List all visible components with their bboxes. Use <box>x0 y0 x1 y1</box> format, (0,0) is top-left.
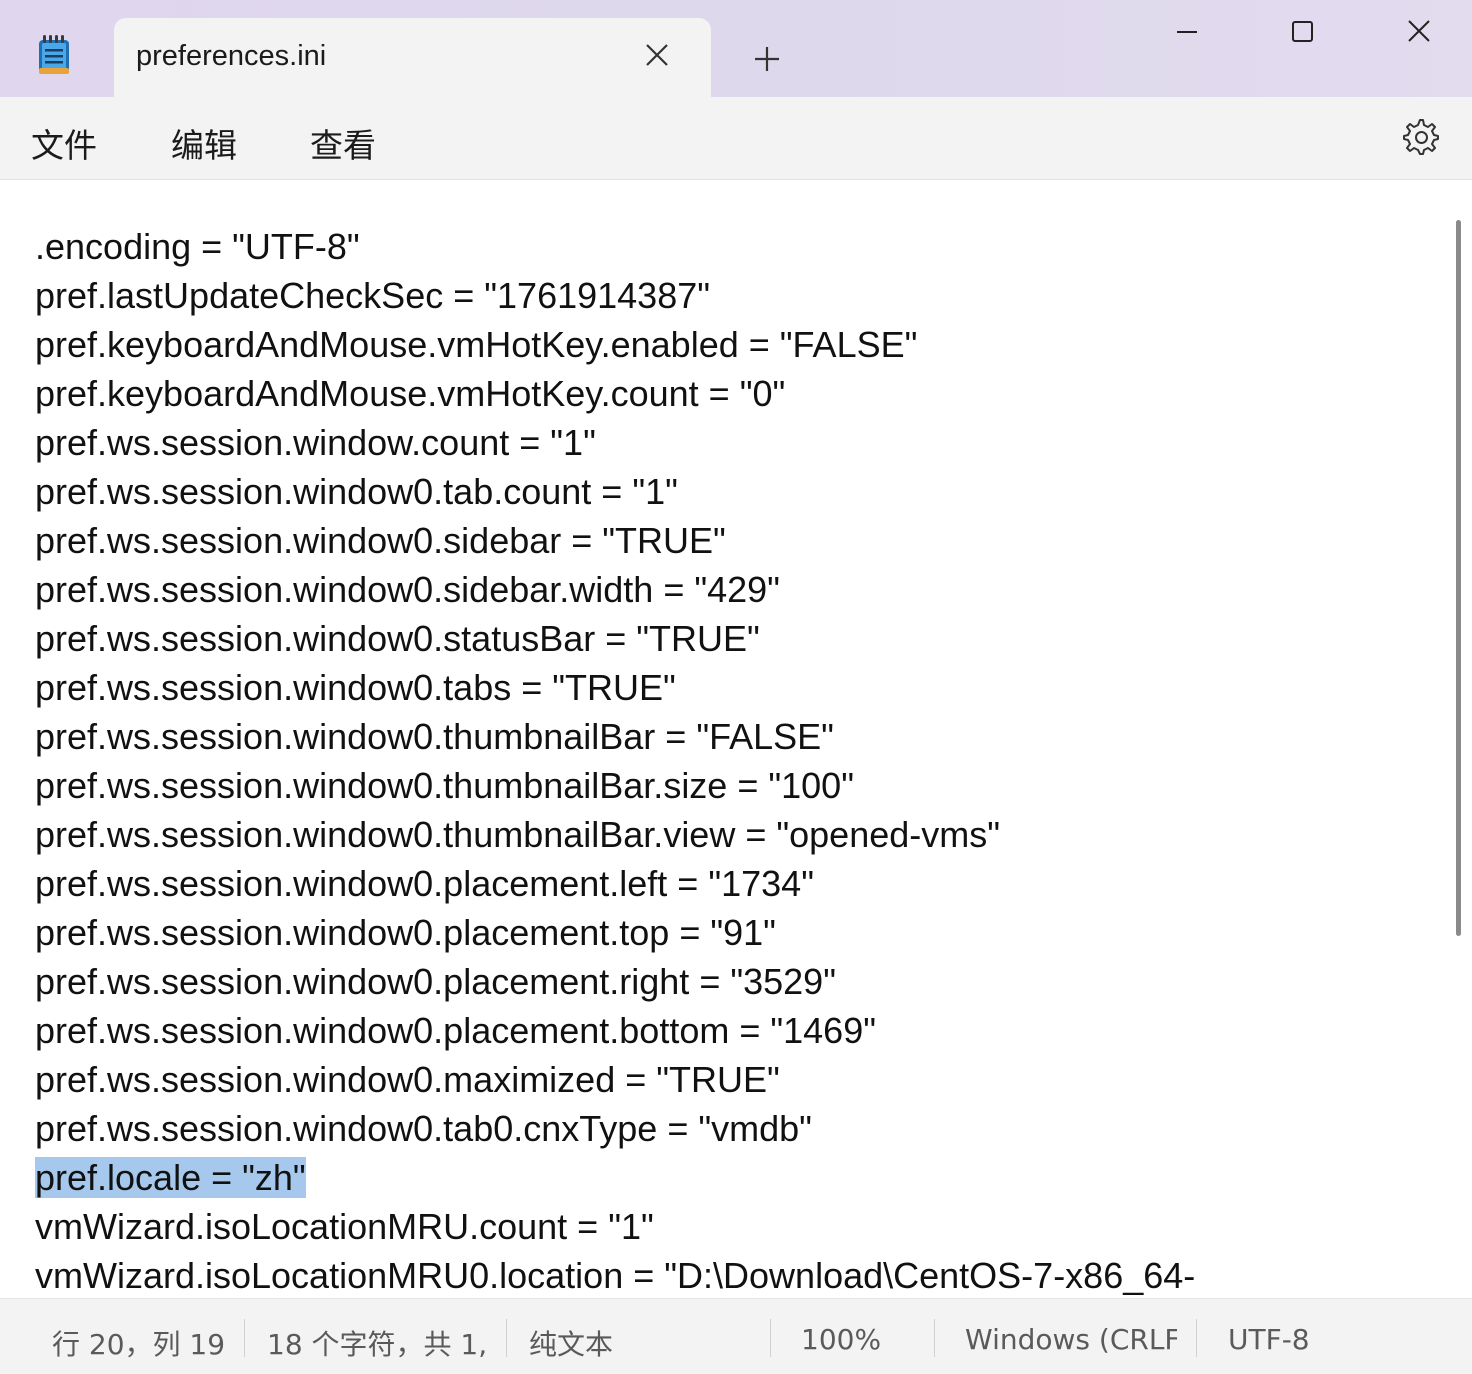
status-line-ending[interactable]: Windows (CRLF) <box>965 1323 1177 1356</box>
text-editor[interactable]: .encoding = "UTF-8" pref.lastUpdateCheckS… <box>0 180 1472 1298</box>
notepad-window: preferences.ini 文件 编辑 查看 .encoding = "UT… <box>0 0 1472 1374</box>
text-line[interactable]: pref.keyboardAndMouse.vmHotKey.enabled =… <box>35 320 917 369</box>
text-line-content: pref.ws.session.window0.placement.top = … <box>35 912 776 953</box>
status-char-count[interactable]: 18 个字符，共 1, <box>267 1323 487 1363</box>
text-line-content: pref.ws.session.window0.thumbnailBar.vie… <box>35 814 1001 855</box>
notepad-icon <box>39 35 69 74</box>
close-icon[interactable] <box>1399 14 1439 50</box>
text-line-content: pref.keyboardAndMouse.vmHotKey.enabled =… <box>35 324 918 365</box>
text-line[interactable]: pref.ws.session.window0.tabs = "TRUE" <box>35 663 676 712</box>
text-line[interactable]: pref.keyboardAndMouse.vmHotKey.count = "… <box>35 369 785 418</box>
text-line-content: pref.ws.session.window0.placement.right … <box>35 961 836 1002</box>
text-line-content: pref.keyboardAndMouse.vmHotKey.count = "… <box>35 373 786 414</box>
text-line-content: pref.ws.session.window0.tab0.cnxType = "… <box>35 1108 812 1149</box>
text-line-content: pref.ws.session.window0.tabs = "TRUE" <box>35 667 676 708</box>
text-line[interactable]: vmWizard.isoLocationMRU0.location = "D:\… <box>35 1251 1195 1298</box>
tab-title: preferences.ini <box>136 40 327 72</box>
text-line[interactable]: .encoding = "UTF-8" <box>35 222 360 271</box>
status-bar: 行 20，列 19 18 个字符，共 1, 纯文本 100% Windows (… <box>0 1298 1472 1374</box>
text-line[interactable]: pref.ws.session.window0.statusBar = "TRU… <box>35 614 760 663</box>
text-line[interactable]: pref.ws.session.window0.placement.top = … <box>35 908 776 957</box>
text-line[interactable]: pref.ws.session.window0.sidebar = "TRUE" <box>35 516 726 565</box>
text-line[interactable]: pref.ws.session.window0.sidebar.width = … <box>35 565 780 614</box>
text-line-content: vmWizard.isoLocationMRU0.location = "D:\… <box>35 1255 1196 1296</box>
text-line-content: pref.ws.session.window0.placement.left =… <box>35 863 814 904</box>
text-line-content: pref.ws.session.window0.thumbnailBar = "… <box>35 716 834 757</box>
maximize-icon[interactable] <box>1282 14 1322 50</box>
text-line[interactable]: pref.ws.session.window0.placement.left =… <box>35 859 814 908</box>
status-divider <box>244 1319 245 1357</box>
text-line-content: pref.ws.session.window0.statusBar = "TRU… <box>35 618 760 659</box>
gear-icon[interactable] <box>1402 118 1440 156</box>
text-line-content: pref.lastUpdateCheckSec = "1761914387" <box>35 275 711 316</box>
menu-view[interactable]: 查看 <box>310 119 376 167</box>
new-tab-plus-icon[interactable] <box>750 42 784 76</box>
text-line[interactable]: pref.ws.session.window0.thumbnailBar.vie… <box>35 810 1000 859</box>
text-line[interactable]: pref.ws.session.window0.placement.bottom… <box>35 1006 876 1055</box>
status-divider <box>506 1319 507 1357</box>
text-line-content: pref.ws.session.window0.maximized = "TRU… <box>35 1059 780 1100</box>
title-bar[interactable]: preferences.ini <box>0 0 1472 97</box>
menu-edit[interactable]: 编辑 <box>171 119 237 167</box>
text-line-content: pref.ws.session.window0.sidebar = "TRUE" <box>35 520 726 561</box>
status-zoom[interactable]: 100% <box>801 1323 881 1356</box>
text-line-content: pref.locale = "zh" <box>35 1157 306 1198</box>
text-line[interactable]: pref.ws.session.window0.thumbnailBar.siz… <box>35 761 854 810</box>
status-divider <box>1196 1319 1197 1357</box>
status-format[interactable]: 纯文本 <box>529 1323 613 1363</box>
text-line[interactable]: pref.ws.session.window0.thumbnailBar = "… <box>35 712 834 761</box>
text-line[interactable]: pref.ws.session.window0.tab0.cnxType = "… <box>35 1104 812 1153</box>
tab-preferences[interactable]: preferences.ini <box>114 18 711 97</box>
text-line-content: pref.ws.session.window0.sidebar.width = … <box>35 569 780 610</box>
status-divider <box>934 1319 935 1357</box>
vertical-scrollbar[interactable] <box>1456 220 1461 936</box>
text-line[interactable]: pref.ws.session.window0.tab.count = "1" <box>35 467 678 516</box>
text-line[interactable]: pref.ws.session.window0.placement.right … <box>35 957 836 1006</box>
tab-close-icon[interactable] <box>642 40 672 70</box>
text-line-content: pref.ws.session.window0.tab.count = "1" <box>35 471 678 512</box>
text-line-content: pref.ws.session.window0.placement.bottom… <box>35 1010 877 1051</box>
status-divider <box>770 1319 771 1357</box>
text-line-content: pref.ws.session.window0.thumbnailBar.siz… <box>35 765 854 806</box>
text-line[interactable]: pref.ws.session.window.count = "1" <box>35 418 596 467</box>
status-encoding[interactable]: UTF-8 <box>1228 1323 1310 1356</box>
text-line-content: pref.ws.session.window.count = "1" <box>35 422 596 463</box>
text-line[interactable]: pref.ws.session.window0.maximized = "TRU… <box>35 1055 780 1104</box>
text-line[interactable]: vmWizard.isoLocationMRU.count = "1" <box>35 1202 654 1251</box>
text-line-content: .encoding = "UTF-8" <box>35 226 360 267</box>
text-line-content: vmWizard.isoLocationMRU.count = "1" <box>35 1206 654 1247</box>
text-line[interactable]: pref.lastUpdateCheckSec = "1761914387" <box>35 271 710 320</box>
text-line-selected[interactable]: pref.locale = "zh" <box>35 1153 306 1202</box>
status-cursor-position[interactable]: 行 20，列 19 <box>52 1323 225 1363</box>
menu-bar: 文件 编辑 查看 <box>0 97 1472 180</box>
minimize-icon[interactable] <box>1167 14 1207 50</box>
menu-file[interactable]: 文件 <box>31 119 97 167</box>
